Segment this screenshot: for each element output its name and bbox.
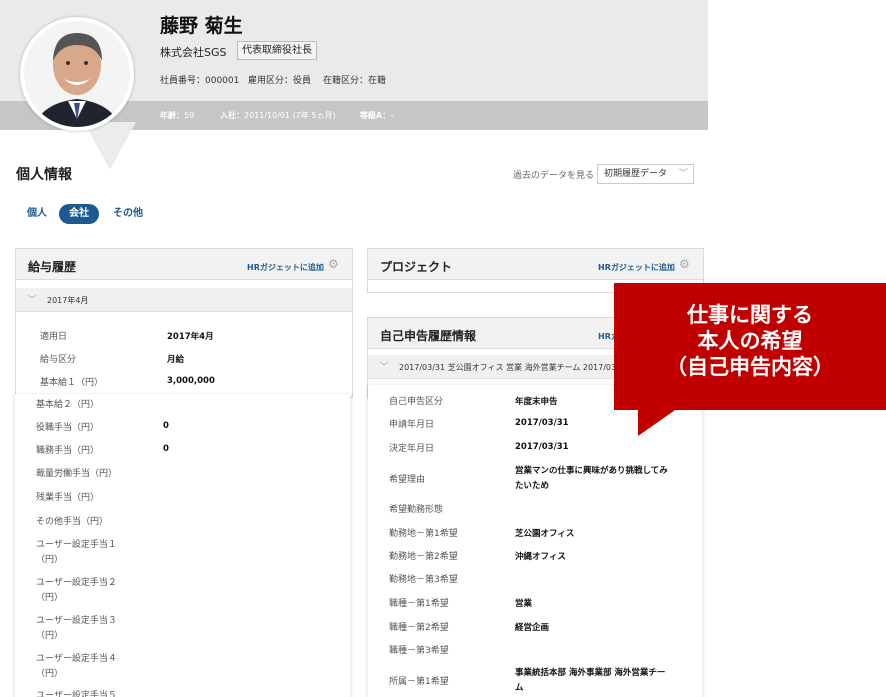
row-label: （円）	[36, 593, 64, 603]
salary-detail-sheet: 基本給２（円） 役職手当（円） 0 職務手当（円） 0 裁量労働手当（円） 残業…	[15, 394, 350, 697]
gear-icon[interactable]: ⚙	[328, 258, 340, 270]
row-label: 役職手当（円）	[36, 423, 100, 433]
row-label: ユーザー設定手当５	[36, 691, 117, 697]
callout-line: 仕事に関する	[687, 303, 813, 327]
row-label: （円）	[36, 555, 64, 565]
row-label: （円）	[36, 631, 64, 641]
chevron-down-icon: ﹀	[28, 295, 36, 304]
callout-line: 本人の希望	[697, 329, 803, 353]
salary-entry-header[interactable]: ﹀ 2017年4月	[16, 288, 352, 312]
row-value: 事業統括本部 海外事業部 海外営業チー	[515, 668, 666, 678]
history-label: 過去のデータを見る	[513, 171, 595, 181]
row-label: ユーザー設定手当２	[36, 578, 117, 588]
add-to-hr-gadget-link[interactable]: HRガジェットに追加	[598, 262, 675, 273]
tab-personal[interactable]: 個人	[27, 204, 47, 224]
row-label: 希望勤務形態	[389, 505, 444, 515]
employee-number: 社員番号：000001	[160, 76, 240, 86]
row-label: 職務手当（円）	[36, 446, 100, 456]
row-label: 申請年月日	[389, 420, 435, 430]
tab-other[interactable]: その他	[113, 204, 143, 224]
callout-line: （自己申告内容）	[666, 355, 834, 379]
row-value: ム	[515, 683, 524, 693]
row-label: その他手当（円）	[36, 517, 109, 527]
panel-header: 給与履歴 HRガジェットに追加 ⚙	[16, 249, 352, 280]
grade-info: 等級A：–	[360, 111, 395, 120]
page-title: 個人情報	[16, 167, 72, 183]
job-title-badge: 代表取締役社長	[237, 41, 317, 60]
row-label: 基本給２（円）	[36, 400, 100, 410]
panel-header: プロジェクト HRガジェットに追加 ⚙	[368, 249, 703, 280]
row-value: 営業マンの仕事に興味があり挑戦してみ	[515, 466, 668, 476]
row-label: 勤務地－第1希望	[389, 529, 458, 539]
row-label: 残業手当（円）	[36, 493, 100, 503]
row-label: 基本給１（円）	[40, 378, 104, 388]
avatar-photo-icon	[24, 21, 130, 127]
add-to-hr-gadget-link[interactable]: HRガジェットに追加	[247, 262, 324, 273]
row-value: 2017/03/31	[515, 442, 569, 452]
panel-title: 給与履歴	[28, 260, 77, 274]
row-value: 沖縄オフィス	[515, 552, 566, 562]
row-value: 2017/03/31	[515, 418, 569, 428]
avatar	[20, 17, 134, 131]
row-value: 0	[163, 444, 169, 454]
row-label: 勤務地－第2希望	[389, 552, 458, 562]
age-info: 年齢：59	[160, 111, 195, 120]
row-label: 職種－第3希望	[389, 646, 449, 656]
annotation-callout: 仕事に関する 本人の希望 （自己申告内容）	[614, 283, 886, 410]
row-value: 年度末申告	[515, 397, 558, 407]
row-value: 芝公園オフィス	[515, 529, 575, 539]
row-value: 0	[163, 421, 169, 431]
employment-type: 雇用区分：役員	[248, 76, 312, 86]
salary-history-panel: 給与履歴 HRガジェットに追加 ⚙ ﹀ 2017年4月 適用日 2017年4月 …	[15, 248, 353, 398]
employee-name: 藤野 菊生	[160, 15, 243, 37]
row-label: 裁量労働手当（円）	[36, 469, 118, 479]
row-value: 3,000,000	[167, 376, 215, 386]
gear-icon[interactable]: ⚙	[679, 258, 691, 270]
row-value: 2017年4月	[167, 332, 214, 342]
row-label: 勤務地－第3希望	[389, 575, 458, 585]
row-label: ユーザー設定手当３	[36, 616, 117, 626]
chevron-down-icon: ﹀	[678, 169, 688, 179]
join-date-info: 入社：2011/10/01 (7年 5ヵ月)	[220, 111, 336, 120]
panel-title: 自己申告履歴情報	[380, 329, 477, 343]
row-value: 営業	[515, 599, 533, 609]
row-label: 希望理由	[389, 475, 426, 485]
avatar-pointer	[84, 122, 136, 170]
panel-title: プロジェクト	[380, 260, 453, 274]
row-label: 自己申告区分	[389, 397, 444, 407]
row-label: （円）	[36, 669, 64, 679]
row-value: たいため	[515, 481, 550, 491]
chevron-down-icon: ﹀	[380, 362, 388, 371]
history-select[interactable]: 初期履歴データ ﹀	[597, 164, 694, 184]
row-value: 経営企画	[515, 623, 550, 633]
row-label: 所属－第1希望	[389, 677, 449, 687]
row-label: 職種－第1希望	[389, 599, 449, 609]
company-name: 株式会社SGS	[160, 46, 227, 59]
row-label: 給与区分	[40, 355, 77, 365]
row-label: 職種－第2希望	[389, 623, 449, 633]
tab-company[interactable]: 会社	[59, 204, 99, 224]
row-label: ユーザー設定手当４	[36, 654, 117, 664]
row-value: 月給	[167, 355, 185, 365]
enrollment-status: 在籍区分：在籍	[323, 76, 387, 86]
row-label: ユーザー設定手当１	[36, 540, 117, 550]
row-label: 決定年月日	[389, 444, 435, 454]
callout-pointer	[638, 408, 678, 436]
row-label: 適用日	[40, 332, 68, 342]
